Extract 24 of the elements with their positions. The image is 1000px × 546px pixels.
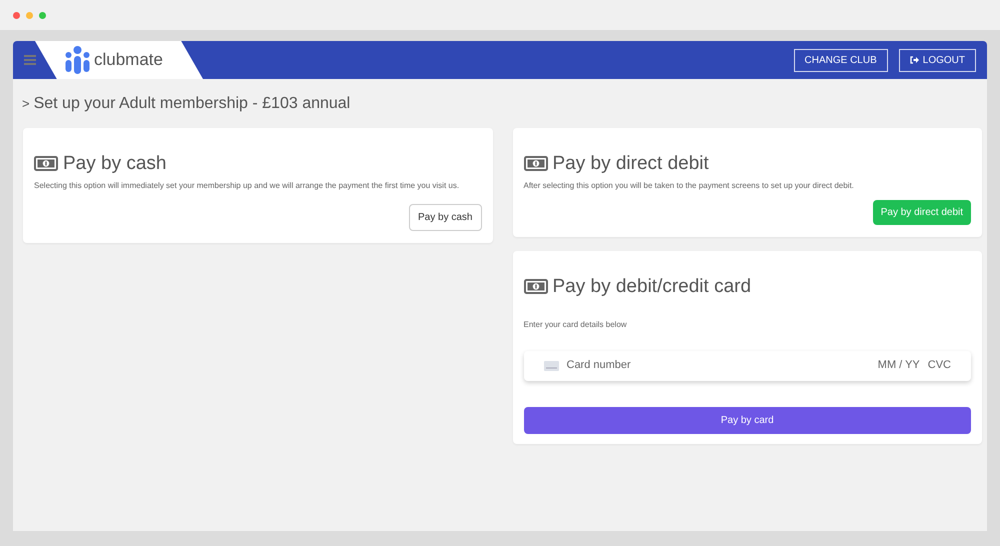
- banknote-icon: [524, 156, 548, 172]
- cvc-placeholder: CVC: [928, 358, 951, 374]
- card-title: Pay by cash: [63, 152, 166, 176]
- card-description: Enter your card details below: [524, 318, 628, 330]
- card-details-field[interactable]: Card number MM / YY CVC: [524, 350, 971, 380]
- page-title: Set up your Adult membership - £103 annual: [34, 94, 350, 114]
- header-button[interactable]: CHANGE CLUB: [794, 48, 888, 72]
- credit-card-icon: [544, 360, 558, 370]
- card-number-placeholder: Card number: [566, 358, 631, 374]
- logo-text: clubmate: [94, 49, 163, 72]
- logout-icon: [910, 56, 919, 64]
- pay-card-button[interactable]: Pay by card: [524, 406, 971, 434]
- expiry-placeholder: MM / YY: [878, 358, 920, 374]
- card-title: Pay by direct debit: [552, 152, 709, 176]
- chevron: >: [22, 95, 30, 114]
- card-description: After selecting this option you will be taken to the payment screens to set up your direct debit.: [524, 180, 855, 192]
- menu-icon[interactable]: [24, 55, 36, 65]
- people-logo-icon: [65, 46, 90, 74]
- card-description: Selecting this option will immediately set your membership up and we will arrange the payment the first time you visit us.: [34, 180, 460, 192]
- banknote-icon: [524, 279, 548, 294]
- card-title: Pay by debit/credit card: [552, 274, 752, 298]
- logout-button[interactable]: LOGOUT: [898, 48, 976, 72]
- pay-cash-button[interactable]: Pay by cash: [409, 204, 482, 231]
- banknote-icon: [34, 156, 58, 172]
